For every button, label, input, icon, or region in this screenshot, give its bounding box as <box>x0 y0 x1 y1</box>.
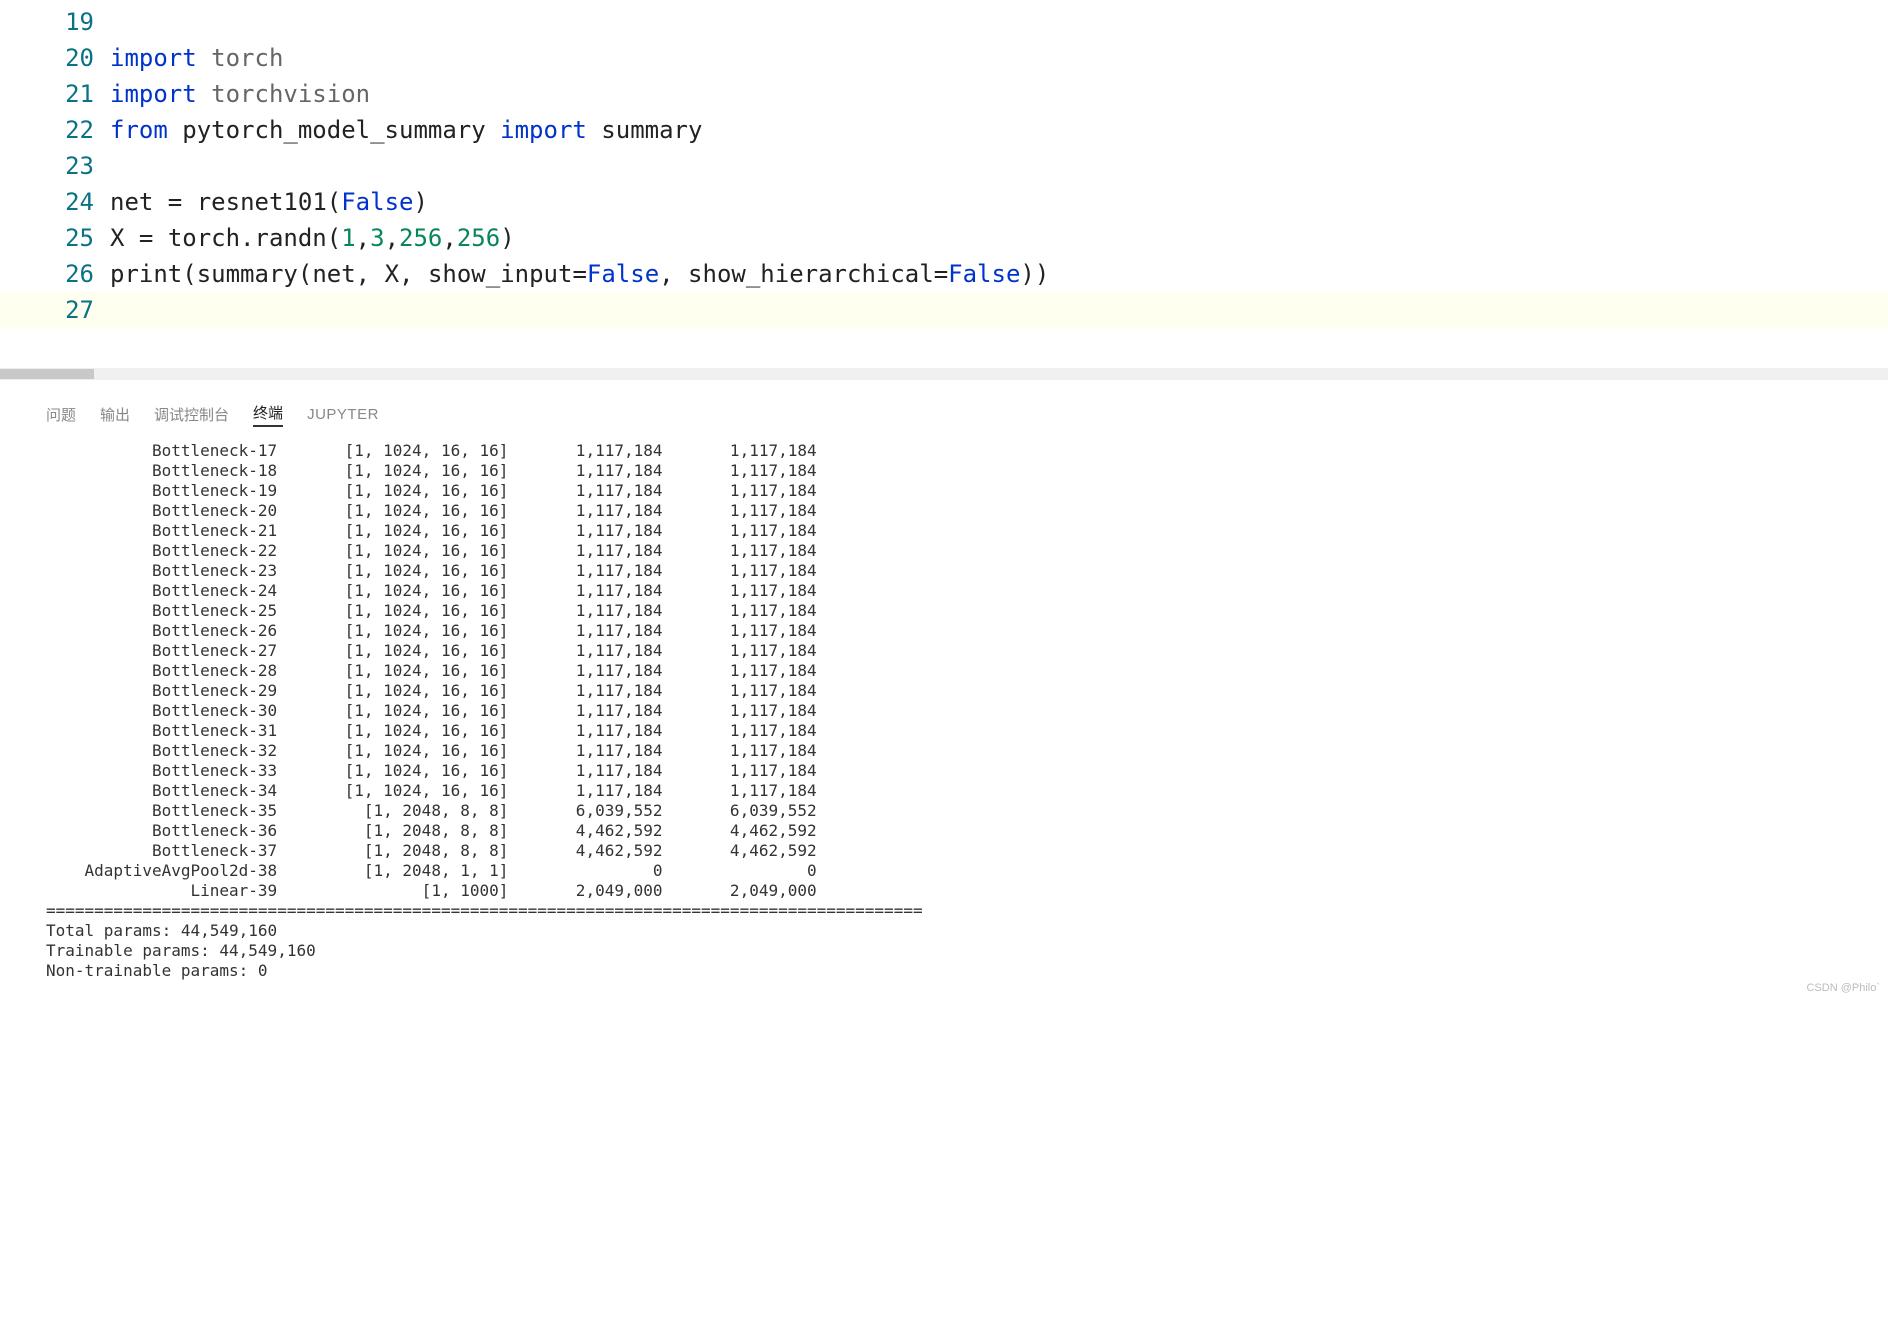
terminal-row: Bottleneck-37 [1, 2048, 8, 8] 4,462,592 … <box>46 841 1888 861</box>
panel-resize-handle[interactable] <box>0 368 1888 380</box>
line-number: 27 <box>0 292 110 328</box>
terminal-row: Bottleneck-21 [1, 1024, 16, 16] 1,117,18… <box>46 521 1888 541</box>
code-content[interactable]: import torch <box>110 40 1888 76</box>
code-content[interactable]: from pytorch_model_summary import summar… <box>110 112 1888 148</box>
panel-tab-调试控制台[interactable]: 调试控制台 <box>154 404 229 425</box>
terminal-row: Bottleneck-24 [1, 1024, 16, 16] 1,117,18… <box>46 581 1888 601</box>
terminal-row: Bottleneck-31 [1, 1024, 16, 16] 1,117,18… <box>46 721 1888 741</box>
code-line[interactable]: 27 <box>0 292 1888 328</box>
terminal-row: Bottleneck-18 [1, 1024, 16, 16] 1,117,18… <box>46 461 1888 481</box>
code-line[interactable]: 26print(summary(net, X, show_input=False… <box>0 256 1888 292</box>
terminal-row: Bottleneck-17 [1, 1024, 16, 16] 1,117,18… <box>46 441 1888 461</box>
terminal-output[interactable]: Bottleneck-17 [1, 1024, 16, 16] 1,117,18… <box>0 435 1888 981</box>
terminal-row: Bottleneck-32 [1, 1024, 16, 16] 1,117,18… <box>46 741 1888 761</box>
terminal-row: Linear-39 [1, 1000] 2,049,000 2,049,000 <box>46 881 1888 901</box>
terminal-row: Bottleneck-29 [1, 1024, 16, 16] 1,117,18… <box>46 681 1888 701</box>
terminal-summary-line: Total params: 44,549,160 <box>46 921 1888 941</box>
code-line[interactable]: 19 <box>0 4 1888 40</box>
code-content[interactable]: X = torch.randn(1,3,256,256) <box>110 220 1888 256</box>
terminal-row: Bottleneck-23 [1, 1024, 16, 16] 1,117,18… <box>46 561 1888 581</box>
watermark-text: CSDN @Philo` <box>1806 982 1880 994</box>
terminal-row: Bottleneck-33 [1, 1024, 16, 16] 1,117,18… <box>46 761 1888 781</box>
line-number: 24 <box>0 184 110 220</box>
code-line[interactable]: 22from pytorch_model_summary import summ… <box>0 112 1888 148</box>
terminal-separator: ========================================… <box>46 901 1888 921</box>
code-line[interactable]: 23 <box>0 148 1888 184</box>
line-number: 25 <box>0 220 110 256</box>
terminal-summary-line: Trainable params: 44,549,160 <box>46 941 1888 961</box>
terminal-row: AdaptiveAvgPool2d-38 [1, 2048, 1, 1] 0 0 <box>46 861 1888 881</box>
panel-tab-bar: 问题 输出 调试控制台 终端 JUPYTER <box>0 380 1888 435</box>
terminal-summary-line: Non-trainable params: 0 <box>46 961 1888 981</box>
code-editor[interactable]: 1920import torch21import torchvision22fr… <box>0 0 1888 328</box>
terminal-row: Bottleneck-34 [1, 1024, 16, 16] 1,117,18… <box>46 781 1888 801</box>
panel-tab-输出[interactable]: 输出 <box>100 404 130 425</box>
terminal-row: Bottleneck-22 [1, 1024, 16, 16] 1,117,18… <box>46 541 1888 561</box>
code-content[interactable]: net = resnet101(False) <box>110 184 1888 220</box>
line-number: 23 <box>0 148 110 184</box>
line-number: 19 <box>0 4 110 40</box>
panel-tab-终端[interactable]: 终端 <box>253 402 283 427</box>
terminal-row: Bottleneck-27 [1, 1024, 16, 16] 1,117,18… <box>46 641 1888 661</box>
code-line[interactable]: 20import torch <box>0 40 1888 76</box>
code-line[interactable]: 21import torchvision <box>0 76 1888 112</box>
terminal-row: Bottleneck-25 [1, 1024, 16, 16] 1,117,18… <box>46 601 1888 621</box>
terminal-row: Bottleneck-19 [1, 1024, 16, 16] 1,117,18… <box>46 481 1888 501</box>
line-number: 21 <box>0 76 110 112</box>
panel-tab-问题[interactable]: 问题 <box>46 404 76 425</box>
terminal-row: Bottleneck-28 [1, 1024, 16, 16] 1,117,18… <box>46 661 1888 681</box>
code-line[interactable]: 25X = torch.randn(1,3,256,256) <box>0 220 1888 256</box>
terminal-row: Bottleneck-35 [1, 2048, 8, 8] 6,039,552 … <box>46 801 1888 821</box>
line-number: 20 <box>0 40 110 76</box>
panel-tab-jupyter[interactable]: JUPYTER <box>307 406 379 423</box>
code-line[interactable]: 24net = resnet101(False) <box>0 184 1888 220</box>
terminal-row: Bottleneck-30 [1, 1024, 16, 16] 1,117,18… <box>46 701 1888 721</box>
terminal-row: Bottleneck-26 [1, 1024, 16, 16] 1,117,18… <box>46 621 1888 641</box>
line-number: 22 <box>0 112 110 148</box>
code-content[interactable]: print(summary(net, X, show_input=False, … <box>110 256 1888 292</box>
code-content[interactable]: import torchvision <box>110 76 1888 112</box>
terminal-row: Bottleneck-20 [1, 1024, 16, 16] 1,117,18… <box>46 501 1888 521</box>
terminal-row: Bottleneck-36 [1, 2048, 8, 8] 4,462,592 … <box>46 821 1888 841</box>
line-number: 26 <box>0 256 110 292</box>
